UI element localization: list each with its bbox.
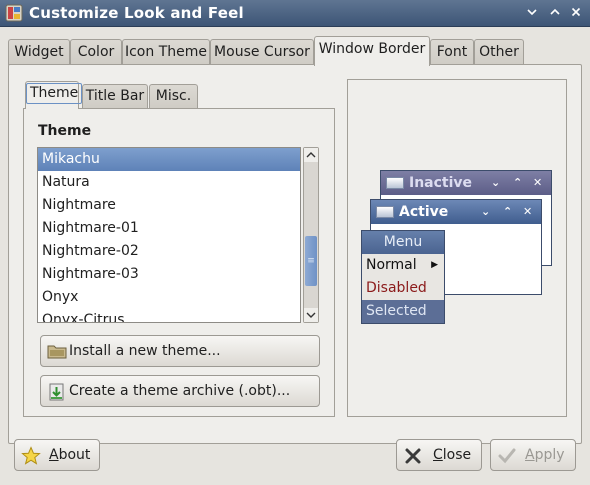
window-icon (376, 206, 394, 218)
chevron-down-icon (306, 312, 316, 318)
app-icon (5, 4, 23, 22)
preview-menu: Menu Normal ▶ Disabled Selected (361, 230, 445, 324)
maximize-button[interactable] (546, 4, 564, 22)
window-border-panel: Theme Title Bar Misc. Theme Mikachu Natu… (8, 64, 582, 444)
list-item[interactable]: Natura (38, 171, 300, 194)
theme-list[interactable]: Mikachu Natura Nightmare Nightmare-01 Ni… (37, 147, 301, 323)
close-button[interactable]: Close (396, 439, 482, 471)
preview-menu-disabled: Disabled (362, 277, 444, 300)
tab-other[interactable]: Other (474, 39, 524, 65)
chevron-down-icon (527, 9, 537, 16)
tab-color[interactable]: Color (70, 39, 122, 65)
list-item[interactable]: Nightmare-03 (38, 263, 300, 286)
preview-menu-normal: Normal ▶ (362, 254, 444, 277)
subtab-title-bar[interactable]: Title Bar (82, 84, 148, 108)
submenu-arrow-icon: ▶ (431, 260, 438, 270)
create-archive-button[interactable]: Create a theme archive (.obt)... (40, 375, 320, 407)
close-icon (571, 7, 581, 17)
theme-heading: Theme (38, 123, 92, 139)
tab-window-border[interactable]: Window Border (314, 36, 430, 66)
list-item[interactable]: Onyx-Citrus (38, 309, 300, 322)
subtab-theme[interactable]: Theme (25, 81, 83, 109)
chevron-up-icon: ⌃ (503, 205, 513, 218)
preview-active-titlebar: Active ⌄ ⌃ ✕ (371, 200, 541, 224)
close-icon (405, 448, 421, 464)
about-button[interactable]: About (14, 439, 100, 471)
checkmark-icon (498, 448, 516, 464)
preview-inactive-titlebar: Inactive ⌄ ⌃ ✕ (381, 171, 551, 195)
folder-icon (47, 345, 67, 359)
chevron-up-icon (306, 152, 316, 158)
chevron-up-icon: ⌃ (513, 176, 523, 189)
tab-mouse-cursor[interactable]: Mouse Cursor (210, 39, 314, 65)
chevron-down-icon: ⌄ (491, 176, 501, 189)
close-window-button[interactable] (567, 4, 585, 22)
tab-font[interactable]: Font (430, 39, 474, 65)
theme-subpanel: Theme Mikachu Natura Nightmare Nightmare… (23, 108, 335, 417)
minimize-button[interactable] (523, 4, 541, 22)
window-titlebar[interactable]: Customize Look and Feel (0, 0, 590, 27)
apply-button[interactable]: Apply (490, 439, 576, 471)
list-item[interactable]: Nightmare-02 (38, 240, 300, 263)
preview-menu-selected: Selected (362, 300, 444, 323)
scroll-up-button[interactable] (304, 148, 318, 162)
install-theme-button[interactable]: Install a new theme... (40, 335, 320, 367)
scroll-thumb[interactable]: ≡ (305, 236, 317, 286)
tab-icon-theme[interactable]: Icon Theme (122, 39, 210, 65)
dialog-client: Widget Color Icon Theme Mouse Cursor Win… (0, 28, 590, 485)
window-title: Customize Look and Feel (29, 4, 244, 22)
theme-preview: Inactive ⌄ ⌃ ✕ Active ⌄ ⌃ ✕ Menu Normal … (347, 79, 567, 417)
list-item[interactable]: Nightmare-01 (38, 217, 300, 240)
close-icon: ✕ (523, 205, 533, 218)
star-icon (21, 446, 41, 465)
chevron-down-icon: ⌄ (481, 205, 491, 218)
theme-list-scrollbar[interactable]: ≡ (303, 147, 319, 323)
preview-menu-header: Menu (362, 231, 444, 254)
list-item[interactable]: Onyx (38, 286, 300, 309)
close-icon: ✕ (533, 176, 543, 189)
tab-widget[interactable]: Widget (8, 39, 70, 65)
window-icon (386, 177, 404, 189)
scroll-down-button[interactable] (304, 308, 318, 322)
archive-icon (49, 383, 64, 401)
chevron-up-icon (550, 8, 560, 15)
subtab-misc[interactable]: Misc. (149, 84, 198, 108)
list-item[interactable]: Nightmare (38, 194, 300, 217)
list-item[interactable]: Mikachu (38, 148, 300, 171)
